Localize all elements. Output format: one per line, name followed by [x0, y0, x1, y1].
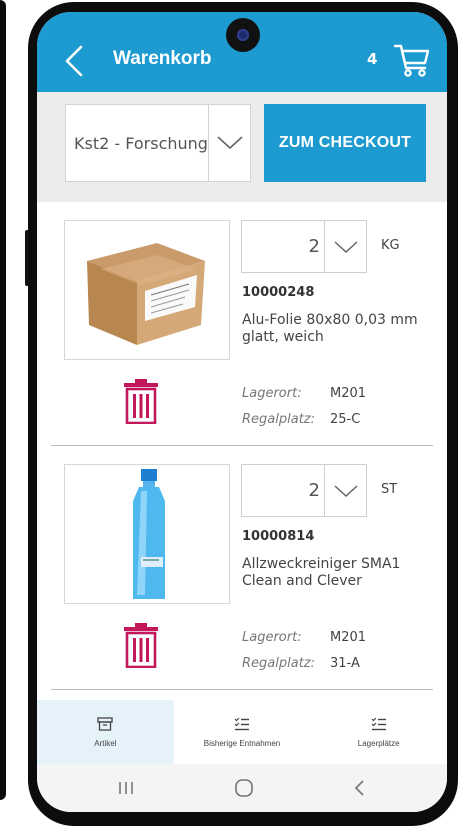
checklist-icon: [234, 717, 249, 730]
location-label: Lagerort:: [242, 630, 302, 645]
adjacent-device-edge: [0, 0, 6, 800]
page-title: Warenkorb: [113, 48, 212, 69]
shelf-label: Regalplatz:: [242, 412, 315, 427]
trash-icon[interactable]: [123, 622, 159, 668]
tab-label: Artikel: [94, 738, 117, 748]
shelf-label: Regalplatz:: [242, 656, 315, 671]
location-label: Lagerort:: [242, 386, 302, 401]
shelf-value: 25-C: [330, 412, 361, 427]
bottom-navigation: Artikel Bisherige Entnahmen Lagerplätze: [37, 700, 447, 764]
cost-center-value: Kst2 - Forschung: [74, 133, 208, 153]
trash-icon[interactable]: [123, 378, 159, 424]
item-divider: [51, 689, 433, 690]
quantity-select[interactable]: 2: [241, 220, 367, 273]
chevron-down-icon[interactable]: [208, 105, 250, 181]
location-value: M201: [330, 386, 367, 401]
checkout-button[interactable]: ZUM CHECKOUT: [264, 104, 426, 182]
article-description: Allzweckreiniger SMA1 Clean and Clever: [242, 556, 401, 589]
article-number: 10000248: [242, 285, 315, 300]
article-number: 10000814: [242, 529, 315, 544]
unit-label: ST: [381, 482, 398, 497]
tab-label: Lagerplätze: [357, 738, 400, 748]
chevron-down-icon[interactable]: [324, 465, 366, 516]
quantity-value: 2: [308, 480, 320, 501]
product-image-box: [64, 464, 230, 604]
phone-side-button: [25, 230, 29, 286]
archive-box-icon: [97, 716, 113, 731]
quantity-value: 2: [308, 236, 320, 257]
shopping-cart-icon[interactable]: [393, 42, 431, 78]
quantity-select[interactable]: 2: [241, 464, 367, 517]
recent-apps-icon[interactable]: [117, 780, 135, 796]
chevron-down-icon[interactable]: [324, 221, 366, 272]
chevron-left-icon[interactable]: [63, 44, 85, 78]
cart-toolbar: Kst2 - Forschung ZUM CHECKOUT: [37, 92, 447, 202]
product-image-box: [64, 220, 230, 360]
location-value: M201: [330, 630, 367, 645]
cart-item: 2 KG 10000248 Alu-Folie 80x80 0,03 mm gl…: [37, 202, 447, 446]
cost-center-select[interactable]: Kst2 - Forschung: [65, 104, 251, 182]
cart-item-list: 2 KG 10000248 Alu-Folie 80x80 0,03 mm gl…: [37, 202, 447, 700]
tab-lagerplaetze[interactable]: Lagerplätze: [310, 700, 447, 764]
tab-label: Bisherige Entnahmen: [203, 738, 281, 748]
tab-artikel[interactable]: Artikel: [37, 700, 174, 764]
cart-item: 2 ST 10000814 Allzweckreiniger SMA1 Clea…: [37, 446, 447, 690]
home-icon[interactable]: [234, 778, 254, 798]
cart-count-badge: 4: [367, 50, 378, 68]
system-navigation-bar: [37, 764, 447, 812]
checklist-icon: [371, 717, 386, 730]
shelf-value: 31-A: [330, 656, 360, 671]
app-screen: Warenkorb 4 Kst2 - Forschung ZUM CHECKOU…: [37, 12, 447, 812]
unit-label: KG: [381, 238, 400, 253]
article-description: Alu-Folie 80x80 0,03 mm glatt, weich: [242, 312, 418, 345]
back-nav-icon[interactable]: [353, 779, 367, 797]
front-camera: [226, 18, 260, 52]
tab-bisherige-entnahmen[interactable]: Bisherige Entnahmen: [174, 700, 311, 764]
